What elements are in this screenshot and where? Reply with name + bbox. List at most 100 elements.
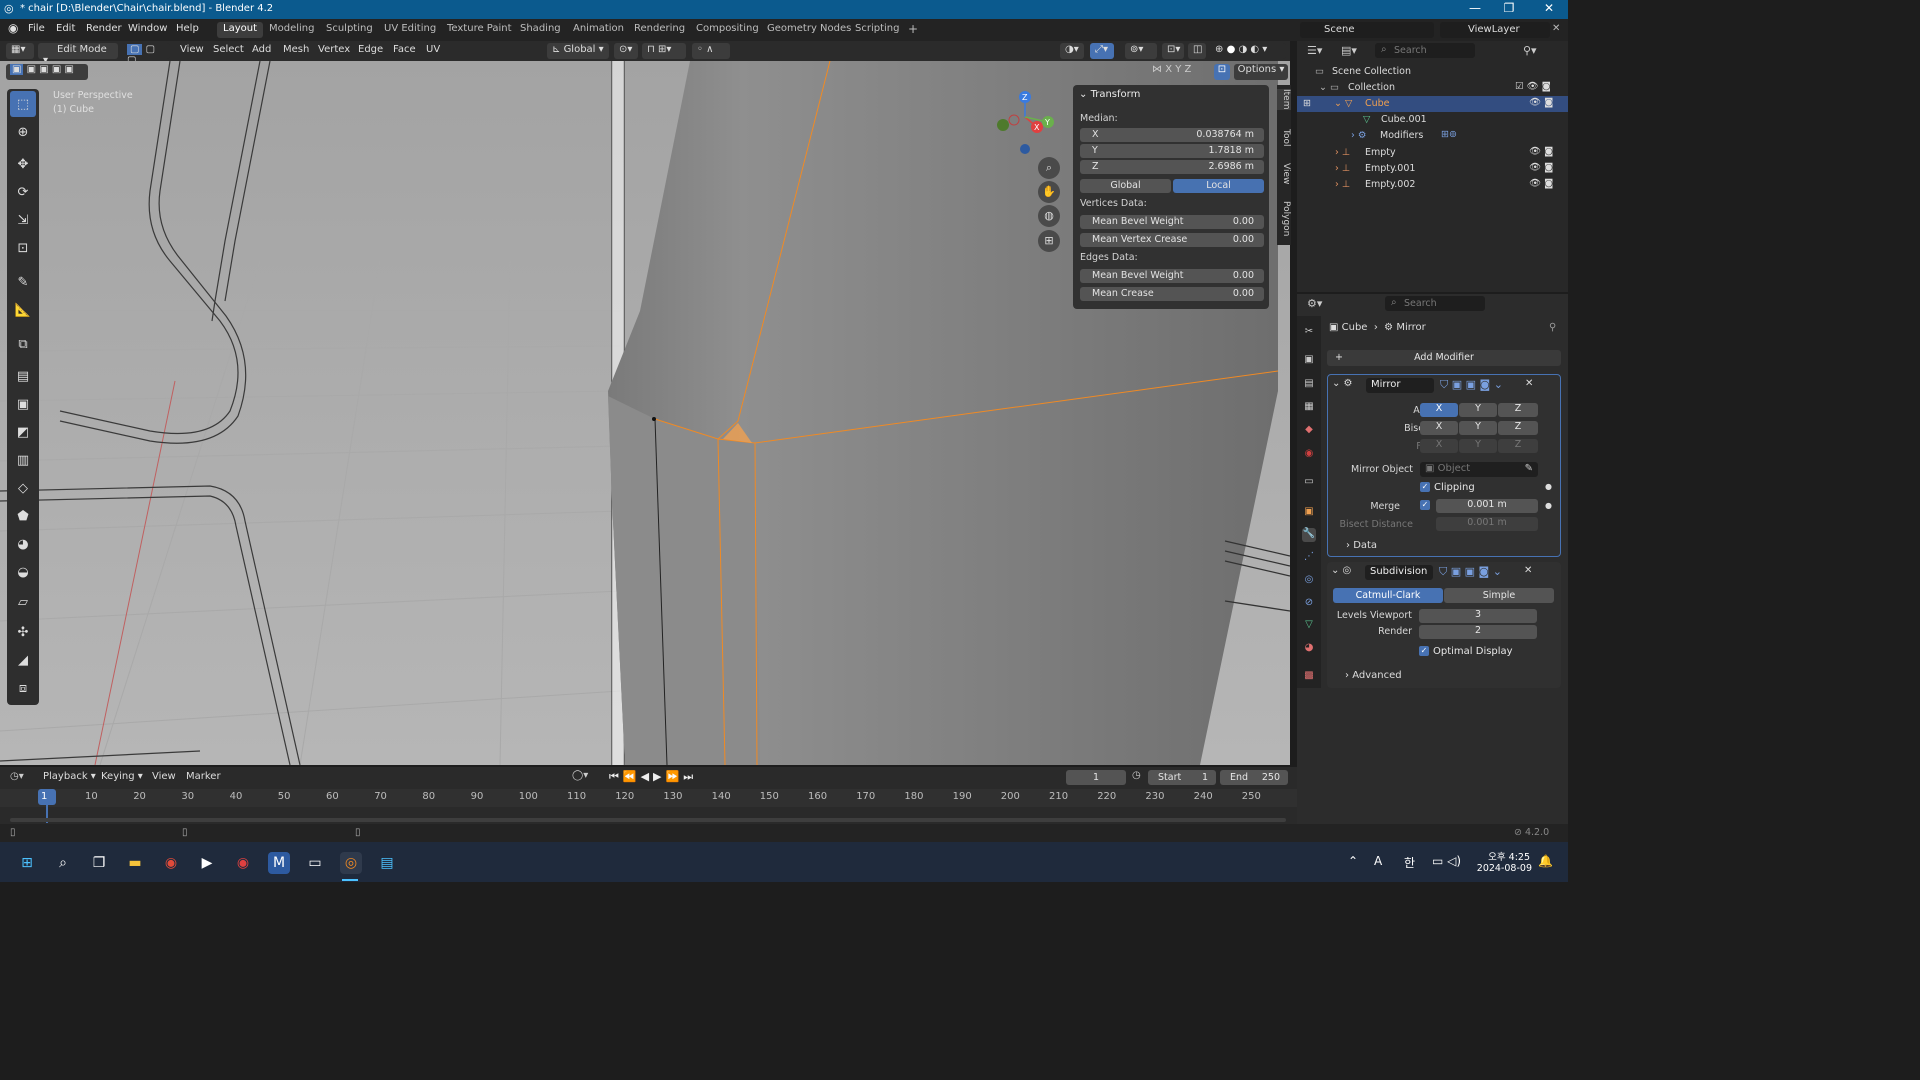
timeline-editor-icon[interactable]: ◷▾ [10, 771, 24, 782]
outliner-search[interactable]: ⌕ Search [1375, 43, 1475, 58]
rip-icon[interactable]: ⧈ [10, 675, 36, 701]
menu-face[interactable]: Face [393, 44, 416, 55]
tray-chevron-icon[interactable]: ⌃ [1348, 854, 1358, 868]
collection-tab-icon[interactable]: ▭ [1302, 476, 1316, 490]
optimal-display-checkbox[interactable]: ✓ Optimal Display [1419, 646, 1513, 657]
tool-tab-icon[interactable]: ✂ [1302, 326, 1316, 340]
editor-type-icon[interactable]: ▦▾ [6, 43, 34, 59]
app-icon[interactable]: M [268, 852, 290, 874]
mirror-object-field[interactable]: ▣ Object ✎ [1420, 462, 1538, 477]
clock-time[interactable]: 오후 4:25 [1482, 849, 1530, 863]
remove-modifier-icon[interactable]: ✕ [1524, 565, 1532, 576]
menu-add[interactable]: Add [252, 44, 271, 55]
menu-vertex[interactable]: Vertex [318, 44, 350, 55]
scene-selector[interactable]: Scene [1300, 22, 1434, 38]
axis-x-toggle[interactable]: X [1420, 403, 1458, 417]
collapse-chevron-icon[interactable]: ⌄ ◎ [1331, 565, 1351, 576]
axis-z-toggle[interactable]: Z [1498, 403, 1538, 417]
end-frame-field[interactable]: End 250 [1220, 770, 1288, 785]
axis-y-toggle[interactable]: Y [1459, 403, 1497, 417]
mirror-axes[interactable]: ⋈ X Y Z [1152, 64, 1210, 80]
mesh-overlays-icon[interactable]: ⊡▾ [1162, 43, 1184, 59]
menu-marker[interactable]: Marker [186, 771, 221, 782]
median-y-field[interactable]: Y 1.7818 m [1080, 144, 1264, 158]
local-toggle[interactable]: Local [1173, 179, 1264, 193]
keyframe-dot-icon[interactable]: ● [1545, 482, 1552, 491]
mode-selector[interactable]: Edit Mode ▾ [38, 43, 118, 66]
bisect-x-toggle[interactable]: X [1420, 421, 1458, 435]
data-subpanel[interactable]: › Data [1346, 540, 1377, 551]
media-player-icon[interactable]: ▶ [196, 852, 218, 874]
tab-animation[interactable]: Animation [567, 22, 630, 38]
select-mode-buttons[interactable]: ▢ ▢ ▢ [122, 43, 170, 66]
world-tab-icon[interactable]: ◉ [1302, 448, 1316, 462]
clipping-checkbox[interactable]: ✓ Clipping [1420, 482, 1475, 493]
menu-file[interactable]: File [28, 23, 45, 34]
menu-view[interactable]: View [180, 44, 204, 55]
flip-x-toggle[interactable]: X [1420, 439, 1458, 453]
scale-icon[interactable]: ⇲ [10, 207, 36, 233]
edge-crease-field[interactable]: Mean Crease 0.00 [1080, 287, 1264, 301]
properties-search[interactable]: ⌕ Search [1385, 296, 1485, 311]
edge-bevel-weight-field[interactable]: Mean Bevel Weight 0.00 [1080, 269, 1264, 283]
proportional-edit-icon[interactable]: ◦ ∧ [692, 43, 730, 59]
pan-hand-icon[interactable]: ✋ [1038, 181, 1060, 203]
menu-window[interactable]: Window [128, 23, 167, 34]
levels-viewport-field[interactable]: 3 [1419, 609, 1537, 623]
bevel-icon[interactable]: ◩ [10, 419, 36, 445]
blender-taskbar-icon[interactable]: ◎ [340, 852, 362, 874]
camera-icon[interactable]: ◍ [1038, 205, 1060, 227]
menu-uv[interactable]: UV [426, 44, 440, 55]
transform-icon[interactable]: ⊡ [10, 235, 36, 261]
network-volume-icons[interactable]: ▭ ◁) [1432, 854, 1461, 868]
overlays-icon[interactable]: ⊚▾ [1125, 43, 1157, 59]
tab-geometry-nodes[interactable]: Geometry Nodes [761, 22, 857, 38]
spin-icon[interactable]: ◕ [10, 531, 36, 557]
inset-icon[interactable]: ▣ [10, 391, 36, 417]
close-view-layer-icon[interactable]: ✕ [1552, 23, 1560, 34]
pin-icon[interactable]: ⚲ [1549, 322, 1556, 333]
outliner-row-modifiers[interactable]: › ⚙ Modifiers ⊞⊚ [1297, 128, 1568, 144]
extrude-icon[interactable]: ▤ [10, 363, 36, 389]
notepad-icon[interactable]: ▤ [376, 852, 398, 874]
filter-icon[interactable]: ⚲▾ [1523, 44, 1537, 57]
outliner-row-scene-collection[interactable]: ▭ Scene Collection [1297, 64, 1568, 80]
edge-slide-icon[interactable]: ▱ [10, 589, 36, 615]
outliner-row-cube[interactable]: ⊞ ⌄ ▽ Cube 👁 ◙ [1297, 96, 1568, 112]
recorder-icon[interactable]: ◉ [232, 852, 254, 874]
stopwatch-icon[interactable]: ◷ [1132, 770, 1141, 781]
shrink-fatten-icon[interactable]: ✣ [10, 619, 36, 645]
tab-texture-paint[interactable]: Texture Paint [441, 22, 518, 38]
shading-modes[interactable]: ⊕ ● ◑ ◐ ▾ [1210, 43, 1286, 59]
menu-render[interactable]: Render [86, 23, 122, 34]
poly-build-icon[interactable]: ⬟ [10, 503, 36, 529]
tab-shading[interactable]: Shading [514, 22, 567, 38]
properties-editor-icon[interactable]: ⚙▾ [1307, 297, 1322, 310]
output-tab-icon[interactable]: ▤ [1302, 378, 1316, 392]
flip-z-toggle[interactable]: Z [1498, 439, 1538, 453]
view-layer-selector[interactable]: ViewLayer [1440, 22, 1550, 38]
vertex-crease-field[interactable]: Mean Vertex Crease 0.00 [1080, 233, 1264, 247]
menu-mesh[interactable]: Mesh [283, 44, 309, 55]
median-z-field[interactable]: Z 2.6986 m [1080, 160, 1264, 174]
view-layer-tab-icon[interactable]: ▦ [1302, 401, 1316, 415]
subdivision-name-field[interactable]: Subdivision [1365, 565, 1433, 580]
close-icon[interactable]: ✕ [1534, 1, 1564, 15]
add-cube-icon[interactable]: ⧉ [10, 331, 36, 357]
clock-date[interactable]: 2024-08-09 [1476, 863, 1532, 874]
tab-view[interactable]: View [1277, 163, 1291, 184]
tab-layout[interactable]: Layout [217, 22, 263, 38]
task-view-icon[interactable]: ❐ [88, 852, 110, 874]
tab-compositing[interactable]: Compositing [690, 22, 765, 38]
median-x-field[interactable]: X 0.038764 m [1080, 128, 1264, 142]
outliner-row-empty[interactable]: › ⊥ Empty 👁 ◙ [1297, 145, 1568, 161]
transform-panel-header[interactable]: ⌄ Transform [1079, 89, 1140, 100]
menu-edit[interactable]: Edit [56, 23, 75, 34]
minimize-icon[interactable]: — [1460, 1, 1490, 15]
tab-item[interactable]: Item [1277, 89, 1291, 110]
add-modifier-button[interactable]: + Add Modifier [1327, 350, 1561, 366]
physics-tab-icon[interactable]: ◎ [1302, 574, 1316, 588]
shear-icon[interactable]: ◢ [10, 647, 36, 673]
loop-cut-icon[interactable]: ▥ [10, 447, 36, 473]
move-icon[interactable]: ✥ [10, 151, 36, 177]
